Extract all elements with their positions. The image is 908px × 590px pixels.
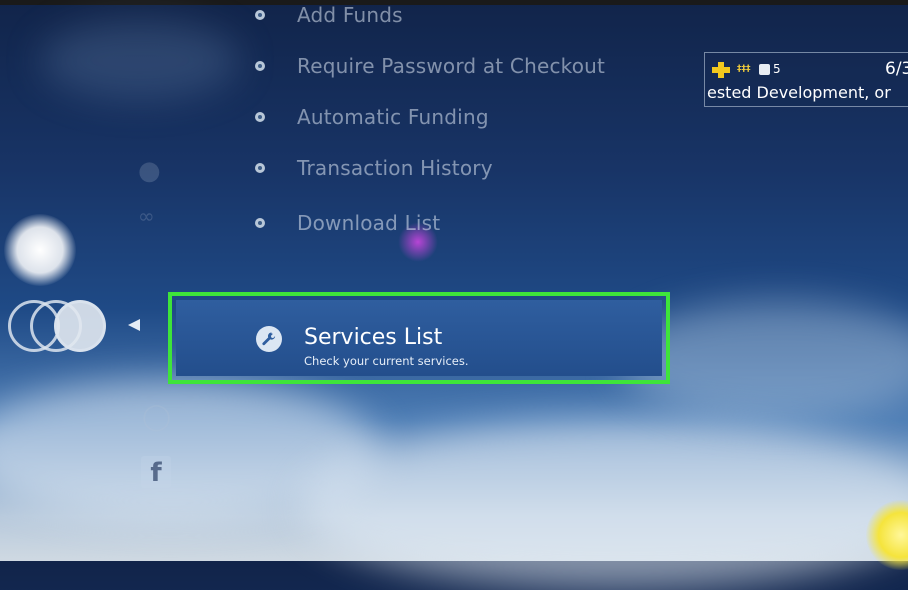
selected-item-title: Services List: [304, 325, 443, 350]
bullet-icon: [255, 61, 265, 71]
menu-item-label: Require Password at Checkout: [297, 54, 606, 78]
sun-glow: [4, 214, 76, 286]
cloud-decoration: [300, 420, 908, 590]
back-arrow-icon[interactable]: [128, 319, 140, 331]
menu-item-services-list[interactable]: Services List Check your current service…: [168, 292, 670, 384]
menu-item-label: Automatic Funding: [297, 105, 489, 129]
menu-item-download-list[interactable]: Download List: [255, 208, 440, 238]
notification-date: 6/3: [885, 59, 908, 79]
top-edge-bar: [0, 0, 908, 5]
bullet-icon: [255, 112, 265, 122]
menu-item-label: Transaction History: [297, 156, 493, 180]
cloud-decoration: [40, 20, 240, 100]
menu-item-add-funds[interactable]: Add Funds: [255, 0, 403, 30]
notification-count: 5: [773, 62, 781, 76]
menu-item-automatic-funding[interactable]: Automatic Funding: [255, 102, 489, 132]
trophy-icon: ‡‡‡: [737, 64, 751, 74]
gift-icon: [759, 64, 770, 75]
menu-item-require-password[interactable]: Require Password at Checkout: [255, 51, 605, 81]
bullet-icon: [255, 10, 265, 20]
notification-text: ested Development, or: [707, 83, 891, 102]
globe-icon: ◯: [142, 402, 172, 432]
bullet-icon: [255, 163, 265, 173]
selected-item-subtitle: Check your current services.: [304, 354, 469, 368]
wrench-icon: [256, 326, 282, 352]
menu-item-label: Add Funds: [297, 3, 403, 27]
friends-icon: ●: [138, 156, 161, 186]
menu-item-label: Download List: [297, 211, 441, 235]
facebook-icon: f: [141, 456, 171, 488]
notification-panel[interactable]: ‡‡‡ 5 6/3 ested Development, or: [704, 52, 908, 107]
network-icon: ∞: [138, 204, 155, 228]
bullet-icon: [255, 218, 265, 228]
menu-item-transaction-history[interactable]: Transaction History: [255, 153, 493, 183]
playstation-plus-icon: [712, 62, 730, 78]
